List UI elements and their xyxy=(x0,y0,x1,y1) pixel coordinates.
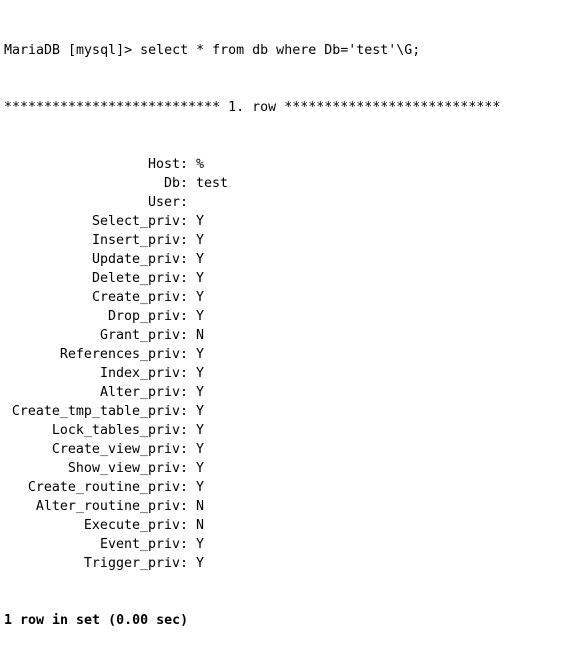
field-value: Y xyxy=(196,309,205,324)
field-value: Y xyxy=(196,442,205,457)
field-colon: : xyxy=(180,537,197,552)
field-row: User: xyxy=(4,193,567,212)
field-colon: : xyxy=(180,328,197,343)
field-row: Index_priv: Y xyxy=(4,364,567,383)
field-row: Host: % xyxy=(4,155,567,174)
field-colon: : xyxy=(180,233,197,248)
field-value: Y xyxy=(196,214,205,229)
field-name: Create_tmp_table_priv xyxy=(11,404,180,419)
field-colon: : xyxy=(180,423,197,438)
field-value: test xyxy=(196,176,229,191)
field-row: Create_view_priv: Y xyxy=(4,440,567,459)
field-name: Delete_priv xyxy=(91,271,180,286)
field-row: Create_routine_priv: Y xyxy=(4,478,567,497)
field-row: Show_view_priv: Y xyxy=(4,459,567,478)
field-value: Y xyxy=(196,233,205,248)
field-name: Event_priv xyxy=(99,537,180,552)
field-colon: : xyxy=(180,176,197,191)
field-colon: : xyxy=(180,518,197,533)
field-row: Drop_priv: Y xyxy=(4,307,567,326)
field-value: Y xyxy=(196,271,205,286)
field-row: Alter_priv: Y xyxy=(4,383,567,402)
field-row: Grant_priv: N xyxy=(4,326,567,345)
field-row: Event_priv: Y xyxy=(4,535,567,554)
field-colon: : xyxy=(180,252,197,267)
field-value: Y xyxy=(196,556,205,571)
field-row: Delete_priv: Y xyxy=(4,269,567,288)
field-row: Lock_tables_priv: Y xyxy=(4,421,567,440)
field-colon: : xyxy=(180,442,197,457)
field-name: User xyxy=(147,195,180,210)
field-row: Insert_priv: Y xyxy=(4,231,567,250)
field-name: Insert_priv xyxy=(91,233,180,248)
field-name: Update_priv xyxy=(91,252,180,267)
result-fields: Host: % Db: test User: Select_priv: Y Inser… xyxy=(4,155,567,573)
field-row: Db: test xyxy=(4,174,567,193)
field-value: Y xyxy=(196,290,205,305)
field-colon: : xyxy=(180,404,197,419)
field-name: Grant_priv xyxy=(99,328,180,343)
field-value: Y xyxy=(196,423,205,438)
field-value: Y xyxy=(196,366,205,381)
field-colon: : xyxy=(180,480,197,495)
field-name: Trigger_priv xyxy=(83,556,180,571)
field-colon: : xyxy=(180,309,197,324)
field-value: N xyxy=(196,328,205,343)
field-colon: : xyxy=(180,214,197,229)
field-name: References_priv xyxy=(59,347,180,362)
result-summary: 1 row in set (0.00 sec) xyxy=(4,613,189,628)
field-row: Execute_priv: N xyxy=(4,516,567,535)
field-name: Drop_priv xyxy=(107,309,180,324)
field-value: N xyxy=(196,518,205,533)
terminal-output[interactable]: MariaDB [mysql]> select * from db where … xyxy=(4,3,567,649)
field-name: Execute_priv xyxy=(83,518,180,533)
field-value: Y xyxy=(196,385,205,400)
field-row: Create_tmp_table_priv: Y xyxy=(4,402,567,421)
row-separator: *************************** 1. row *****… xyxy=(4,100,501,115)
field-row: References_priv: Y xyxy=(4,345,567,364)
field-row: Update_priv: Y xyxy=(4,250,567,269)
field-colon: : xyxy=(180,366,197,381)
field-value: N xyxy=(196,499,205,514)
field-row: Create_priv: Y xyxy=(4,288,567,307)
field-name: Db xyxy=(163,176,180,191)
field-name: Index_priv xyxy=(99,366,180,381)
field-colon: : xyxy=(180,461,197,476)
field-name: Alter_priv xyxy=(99,385,180,400)
field-name: Alter_routine_priv xyxy=(35,499,180,514)
field-colon: : xyxy=(180,347,197,362)
field-value: Y xyxy=(196,252,205,267)
field-value: Y xyxy=(196,347,205,362)
field-name: Lock_tables_priv xyxy=(51,423,180,438)
field-colon: : xyxy=(180,157,197,172)
field-name: Create_priv xyxy=(91,290,180,305)
field-row: Trigger_priv: Y xyxy=(4,554,567,573)
field-value: Y xyxy=(196,461,205,476)
field-colon: : xyxy=(180,290,197,305)
field-colon: : xyxy=(180,385,197,400)
field-name: Create_view_priv xyxy=(51,442,180,457)
field-value: Y xyxy=(196,537,205,552)
field-name: Create_routine_priv xyxy=(27,480,180,495)
field-name: Host xyxy=(147,157,180,172)
field-colon: : xyxy=(180,195,197,210)
command-line: MariaDB [mysql]> select * from db where … xyxy=(4,41,567,60)
field-value: Y xyxy=(196,480,205,495)
field-value: Y xyxy=(196,404,205,419)
sql-command: select * from db where Db='test'\G; xyxy=(140,43,421,58)
field-colon: : xyxy=(180,556,197,571)
field-colon: : xyxy=(180,499,197,514)
field-name: Select_priv xyxy=(91,214,180,229)
field-name: Show_view_priv xyxy=(67,461,180,476)
mysql-prompt: MariaDB [mysql]> xyxy=(4,43,141,58)
field-row: Alter_routine_priv: N xyxy=(4,497,567,516)
field-value: % xyxy=(196,157,205,172)
field-colon: : xyxy=(180,271,197,286)
field-row: Select_priv: Y xyxy=(4,212,567,231)
